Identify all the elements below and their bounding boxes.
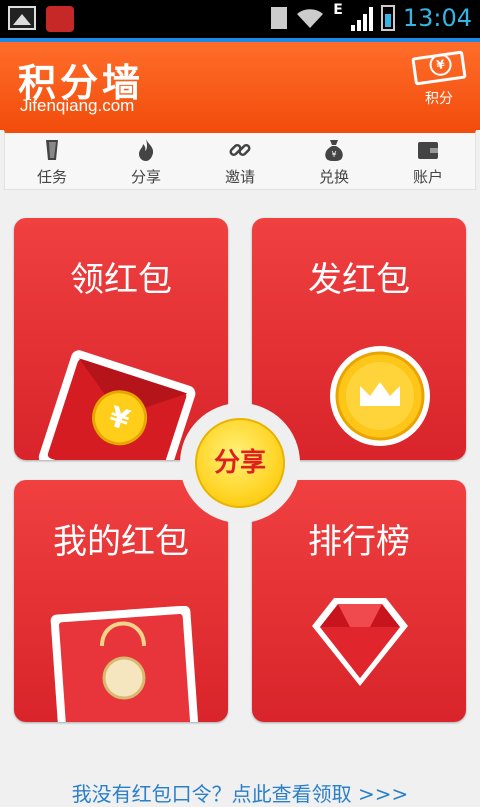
battery-icon (380, 5, 395, 31)
main-nav: 任务 分享 邀请 ¥ 兑换 账户 (4, 130, 476, 190)
nav-item-label: 任务 (36, 168, 67, 186)
app-notification-icon (46, 6, 74, 32)
sd-card-icon (271, 7, 288, 29)
nav-item-label: 兑换 (318, 168, 349, 186)
flame-icon (139, 139, 154, 161)
task-icon (46, 140, 58, 160)
nav-item-label: 账户 (412, 168, 443, 186)
tile-title: 排行榜 (308, 522, 410, 562)
tile-title: 发红包 (308, 260, 410, 300)
app-subtitle: Jifenqiang.com (20, 96, 135, 115)
status-time: 13:04 (402, 4, 472, 32)
share-button[interactable]: 分享 (195, 418, 285, 508)
gift-bag-icon (50, 606, 199, 722)
tile-title: 我的红包 (53, 522, 189, 562)
gold-coin-icon (330, 346, 430, 446)
network-type: E (333, 2, 343, 18)
gallery-notification-icon (8, 6, 36, 30)
banknote-icon (411, 50, 467, 86)
link-icon (229, 143, 251, 157)
ranking-tile[interactable]: 排行榜 (252, 480, 466, 722)
nav-item-account[interactable]: 账户 (381, 133, 475, 189)
nav-item-exchange[interactable]: ¥ 兑换 (287, 133, 381, 189)
nav-item-label: 分享 (130, 168, 161, 186)
nav-item-label: 邀请 (224, 168, 255, 186)
red-envelope-icon: ¥ (38, 350, 196, 460)
svg-text:¥: ¥ (331, 150, 336, 159)
tile-title: 领红包 (70, 260, 172, 300)
money-bag-icon: ¥ (325, 140, 343, 161)
wifi-icon (297, 9, 324, 29)
my-red-packets-tile[interactable]: 我的红包 (14, 480, 228, 722)
no-code-help-link[interactable]: 我没有红包口令？点此查看领取 >>> (0, 778, 480, 807)
nav-item-share[interactable]: 分享 (99, 133, 193, 189)
nav-item-task[interactable]: 任务 (5, 133, 99, 189)
app-header: 积分墙 Jifenqiang.com 积分 (0, 42, 480, 130)
status-bar: E 13:04 (0, 0, 480, 38)
points-label: 积分 (425, 91, 453, 107)
signal-icon (350, 5, 373, 31)
ruby-gem-icon (312, 598, 408, 686)
wallet-icon (418, 142, 438, 159)
nav-item-invite[interactable]: 邀请 (193, 133, 287, 189)
points-button[interactable]: 积分 (410, 50, 468, 118)
